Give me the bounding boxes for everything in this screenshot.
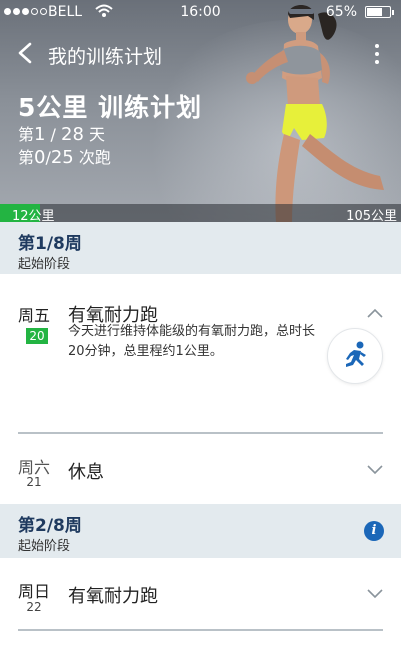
- week-header: 第2/8周 起始阶段 i: [0, 504, 401, 558]
- week-header: 第1/8周 起始阶段: [0, 222, 401, 274]
- today-date-badge: 20: [26, 328, 48, 344]
- more-vertical-icon[interactable]: [373, 42, 381, 64]
- workout-description: 今天进行维持体能级的有氧耐力跑，总时长20分钟，总里程约1公里。: [68, 324, 316, 359]
- battery-icon: [365, 6, 394, 18]
- progress-end-label: 105公里: [346, 209, 397, 222]
- week-stage: 起始阶段: [18, 257, 71, 272]
- chevron-down-icon[interactable]: [367, 465, 383, 475]
- chevron-up-icon[interactable]: [367, 308, 383, 318]
- day-row[interactable]: 周日 22 有氧耐力跑: [0, 558, 401, 659]
- chevron-down-icon[interactable]: [367, 589, 383, 599]
- start-run-button[interactable]: [327, 328, 383, 384]
- week-title: 第2/8周: [18, 516, 82, 536]
- battery-percent: 65%: [325, 4, 357, 20]
- workout-name: 有氧耐力跑: [68, 586, 158, 607]
- day-date: 21: [26, 475, 42, 489]
- day-weekday: 周五: [17, 306, 50, 325]
- day-date: 22: [26, 600, 42, 614]
- chevron-left-icon[interactable]: [16, 42, 34, 64]
- page-title: 我的训练计划: [48, 46, 163, 68]
- divider: [18, 629, 383, 631]
- plan-title: 5公里 训练计划: [18, 93, 203, 122]
- day-row[interactable]: 周六 21 休息: [0, 434, 401, 504]
- day-row[interactable]: 周五 20 有氧耐力跑 今天进行维持体能级的有氧耐力跑，总时长20分钟，总里程约…: [0, 274, 401, 434]
- workout-name: 休息: [68, 462, 104, 483]
- runner-icon: [346, 341, 366, 367]
- plan-hero: BELL 16:00 65% 我的训练计划 5公里 训练计划 第1 / 28 天…: [0, 0, 401, 222]
- week-title: 第1/8周: [18, 234, 82, 254]
- status-bar: BELL 16:00 65%: [0, 0, 401, 24]
- plan-day-counter: 第1 / 28 天: [18, 124, 106, 145]
- plan-run-counter: 第0/25 次跑: [18, 147, 111, 168]
- week-stage: 起始阶段: [18, 539, 71, 554]
- runner-photo: [246, 5, 384, 222]
- info-icon[interactable]: i: [364, 521, 384, 541]
- day-weekday: 周日: [17, 582, 50, 601]
- distance-progress-bar: 12公里 105公里: [0, 204, 401, 222]
- progress-start-label: 12公里: [12, 209, 55, 222]
